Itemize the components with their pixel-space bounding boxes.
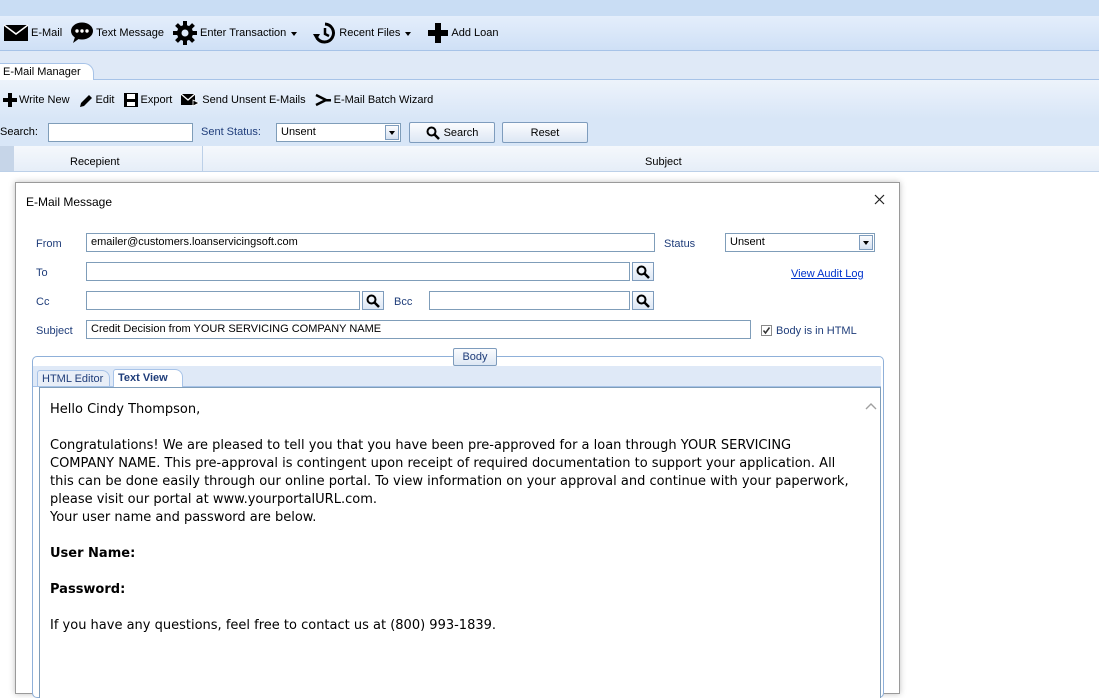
column-header-recipient[interactable]: Recepient (70, 156, 120, 168)
chevron-down-icon (405, 32, 412, 36)
pencil-icon (79, 94, 92, 107)
send-unsent-label: Send Unsent E-Mails (202, 93, 306, 106)
email-button[interactable]: E-Mail (0, 20, 65, 46)
write-new-button[interactable]: Write New (0, 89, 73, 111)
write-new-label: Write New (19, 93, 70, 106)
chevron-down-icon (863, 240, 869, 245)
body-is-html-label: Body is in HTML (776, 325, 857, 337)
bcc-field[interactable] (429, 291, 630, 310)
column-separator (202, 146, 203, 171)
email-button-label: E-Mail (31, 27, 63, 39)
window-top-strip (0, 0, 1099, 16)
tab-html-editor[interactable]: HTML Editor (37, 370, 111, 386)
recent-files-button[interactable]: Recent Files (308, 20, 414, 46)
document-tab-row: E-Mail Manager (0, 51, 1099, 81)
gear-icon (173, 21, 198, 45)
search-button[interactable]: Search (409, 122, 495, 143)
edit-button[interactable]: Edit (75, 89, 118, 111)
bcc-lookup-button[interactable] (632, 291, 654, 310)
body-group-label: Body (453, 348, 497, 366)
subject-label: Subject (36, 325, 73, 337)
to-field[interactable] (86, 262, 630, 281)
email-message-dialog: E-Mail Message From emailer@customers.lo… (15, 182, 900, 698)
text-view-scrollbar[interactable] (863, 388, 880, 698)
bcc-label: Bcc (394, 296, 413, 308)
sent-status-value: Unsent (281, 126, 316, 138)
search-label: Search: (0, 126, 38, 138)
chevron-down-icon (389, 130, 395, 135)
body-password-label: Password: (50, 582, 126, 597)
from-field[interactable]: emailer@customers.loanservicingsoft.com (86, 233, 655, 252)
batch-wizard-button[interactable]: E-Mail Batch Wizard (311, 89, 437, 111)
from-label: From (36, 238, 62, 250)
sent-status-select[interactable]: Unsent (276, 123, 401, 142)
search-button-label: Search (443, 126, 479, 139)
scroll-up-arrow-icon (865, 403, 877, 410)
chevron-down-icon (291, 32, 298, 36)
cc-label: Cc (36, 296, 50, 308)
envelope-icon (3, 24, 29, 41)
to-lookup-button[interactable] (632, 262, 654, 281)
column-header-subject[interactable]: Subject (645, 156, 682, 168)
text-message-label: Text Message (96, 27, 165, 39)
plus-icon (3, 92, 17, 107)
email-manager-toolbar: Write New Edit Export Send Unsent E-Mail… (0, 80, 1099, 119)
status-value: Unsent (730, 236, 765, 248)
status-dropdown-button[interactable] (859, 235, 873, 250)
to-label: To (36, 267, 48, 279)
body-greeting: Hello Cindy Thompson, (50, 402, 201, 417)
body-closing: If you have any questions, feel free to … (50, 618, 497, 633)
batch-wizard-label: E-Mail Batch Wizard (333, 93, 434, 106)
search-bar: Search: Sent Status: Unsent Search Reset (0, 119, 1099, 147)
speech-bubble-icon (71, 22, 94, 43)
message-body: Hello Cindy Thompson, Congratulations! W… (50, 401, 850, 635)
body-group: Body HTML Editor Text View Hello Cindy T… (32, 348, 884, 698)
plus-icon (428, 23, 449, 43)
magnifier-icon (426, 126, 440, 140)
grid-select-all-corner[interactable] (0, 146, 14, 171)
subject-field[interactable]: Credit Decision from YOUR SERVICING COMP… (86, 320, 751, 339)
magnifier-icon (636, 265, 650, 279)
main-toolbar: E-Mail Text Message Enter Transaction Re… (0, 16, 1099, 51)
enter-transaction-label: Enter Transaction (200, 27, 287, 39)
tab-email-manager[interactable]: E-Mail Manager (0, 63, 94, 81)
body-paragraph: Congratulations! We are pleased to tell … (50, 438, 849, 507)
sent-status-label: Sent Status: (201, 126, 261, 138)
body-username-label: User Name: (50, 546, 136, 561)
text-message-button[interactable]: Text Message (67, 20, 167, 46)
floppy-disk-icon (123, 92, 138, 107)
status-label: Status (664, 238, 696, 250)
close-button[interactable] (869, 189, 889, 209)
dialog-title: E-Mail Message (26, 195, 113, 209)
edit-label: Edit (95, 93, 115, 106)
magnifier-icon (636, 294, 650, 308)
reset-button[interactable]: Reset (502, 122, 588, 143)
text-view-pane[interactable]: Hello Cindy Thompson, Congratulations! W… (39, 387, 881, 698)
reset-button-label: Reset (530, 126, 560, 139)
status-select[interactable]: Unsent (725, 233, 875, 252)
send-mail-icon (180, 93, 201, 107)
enter-transaction-button[interactable]: Enter Transaction (169, 20, 300, 46)
close-icon (874, 194, 884, 204)
checkmark-icon (762, 327, 771, 335)
body-paragraph-line: Your user name and password are below. (50, 510, 317, 525)
export-label: Export (140, 93, 173, 106)
cc-field[interactable] (86, 291, 360, 310)
body-is-html-checkbox[interactable] (761, 325, 772, 336)
recent-files-label: Recent Files (339, 27, 401, 39)
body-tab-strip: HTML Editor Text View (33, 366, 881, 387)
view-audit-log-link[interactable]: View Audit Log (791, 268, 864, 280)
export-button[interactable]: Export (120, 89, 176, 111)
sent-status-dropdown-button[interactable] (385, 125, 399, 140)
add-loan-label: Add Loan (451, 27, 499, 39)
batch-arrows-icon (315, 93, 331, 106)
email-grid-header: Recepient Subject (0, 146, 1099, 172)
cc-lookup-button[interactable] (362, 291, 384, 310)
clock-history-icon (313, 22, 336, 44)
magnifier-icon (366, 294, 380, 308)
tab-text-view[interactable]: Text View (113, 369, 183, 387)
add-loan-button[interactable]: Add Loan (424, 20, 501, 46)
send-unsent-button[interactable]: Send Unsent E-Mails (177, 89, 308, 111)
search-input[interactable] (48, 123, 193, 142)
